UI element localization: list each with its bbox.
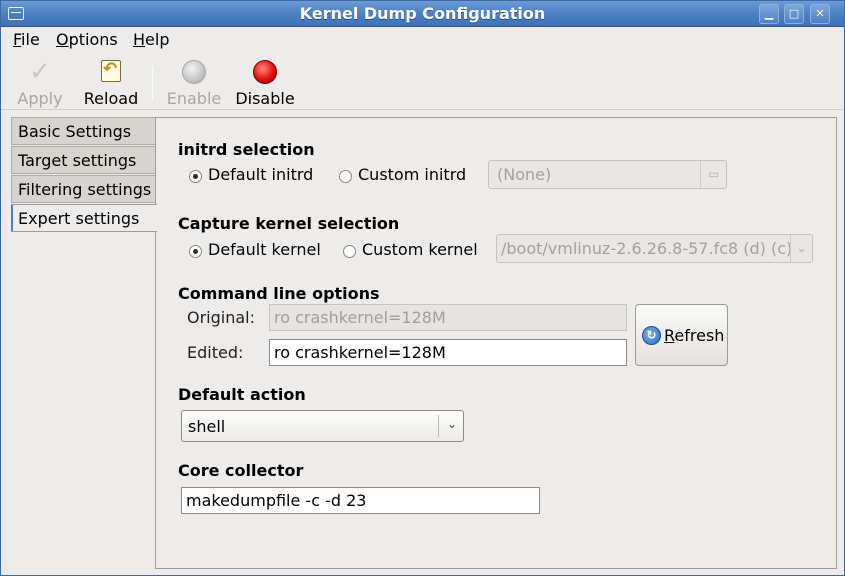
checkmark-icon: ✓	[29, 57, 51, 87]
custom-kernel-label: Custom kernel	[362, 240, 478, 259]
reload-icon	[101, 59, 121, 82]
disable-button[interactable]: Disable	[233, 58, 297, 108]
radio-selected-icon	[189, 245, 202, 258]
refresh-label: Refresh	[664, 326, 725, 345]
chevron-down-icon: ⌄	[790, 235, 812, 262]
default-action-value: shell	[188, 417, 226, 436]
reload-button[interactable]: Reload	[81, 58, 141, 108]
refresh-button[interactable]: ↻ Refresh	[635, 304, 728, 366]
radio-selected-icon	[189, 170, 202, 183]
cmdline-heading: Command line options	[178, 284, 380, 303]
radio-unselected-icon	[343, 245, 356, 258]
title-bar[interactable]: Kernel Dump Configuration ▁ □ ✕	[1, 1, 844, 27]
enable-button[interactable]: Enable	[163, 58, 225, 108]
edited-label: Edited:	[187, 343, 244, 362]
custom-kernel-value: /boot/vmlinuz-2.6.26.8-57.fc8 (d) (c)	[501, 239, 793, 258]
menu-help[interactable]: Help	[133, 30, 169, 49]
initrd-file-value: (None)	[497, 165, 552, 184]
enable-light-icon	[182, 60, 206, 84]
core-collector-heading: Core collector	[178, 461, 304, 480]
apply-button[interactable]: ✓ Apply	[13, 58, 67, 108]
custom-kernel-combo[interactable]: /boot/vmlinuz-2.6.26.8-57.fc8 (d) (c) ⌄	[496, 234, 813, 263]
main-window: Kernel Dump Configuration ▁ □ ✕ File Opt…	[0, 0, 845, 576]
kernel-heading: Capture kernel selection	[178, 214, 400, 233]
initrd-file-chooser[interactable]: (None) ▭	[488, 160, 727, 189]
minimize-button[interactable]: ▁	[759, 4, 779, 24]
apply-label: Apply	[17, 89, 63, 108]
tab-basic-settings[interactable]: Basic Settings	[11, 117, 156, 145]
menu-file[interactable]: File	[13, 30, 40, 49]
window-title: Kernel Dump Configuration	[299, 4, 546, 23]
custom-initrd-radio[interactable]: Custom initrd	[339, 165, 479, 187]
tab-target-settings[interactable]: Target settings	[11, 146, 156, 174]
initrd-heading: initrd selection	[178, 140, 315, 159]
tab-expert-settings[interactable]: Expert settings	[11, 204, 157, 232]
default-action-heading: Default action	[178, 385, 306, 404]
tab-filtering-settings[interactable]: Filtering settings	[11, 175, 156, 203]
reload-label: Reload	[83, 89, 139, 108]
default-action-combo[interactable]: shell ⌄	[181, 410, 464, 442]
radio-unselected-icon	[339, 170, 352, 183]
toolbar-separator	[152, 66, 153, 100]
default-kernel-radio[interactable]: Default kernel	[189, 240, 329, 262]
close-button[interactable]: ✕	[810, 4, 830, 24]
default-kernel-label: Default kernel	[208, 240, 321, 259]
default-initrd-label: Default initrd	[208, 165, 314, 184]
disable-label: Disable	[235, 89, 295, 108]
menu-bar: File Options Help	[1, 27, 844, 51]
toolbar: ✓ Apply Reload Enable Disable	[1, 52, 844, 110]
combo-separator	[438, 415, 439, 437]
custom-kernel-radio[interactable]: Custom kernel	[343, 240, 483, 262]
custom-initrd-label: Custom initrd	[358, 165, 467, 184]
edited-cmdline-field[interactable]: ro crashkernel=128M	[269, 339, 627, 366]
folder-icon: ▭	[700, 161, 726, 188]
original-cmdline-field: ro crashkernel=128M	[269, 304, 627, 331]
chevron-down-icon: ⌄	[446, 417, 457, 431]
default-initrd-radio[interactable]: Default initrd	[189, 165, 329, 187]
original-label: Original:	[187, 308, 255, 327]
menu-options[interactable]: Options	[56, 30, 118, 49]
refresh-icon: ↻	[642, 326, 661, 345]
core-collector-field[interactable]: makedumpfile -c -d 23	[181, 487, 540, 514]
disable-light-icon	[253, 60, 277, 84]
maximize-button[interactable]: □	[784, 4, 804, 24]
enable-label: Enable	[166, 89, 222, 108]
